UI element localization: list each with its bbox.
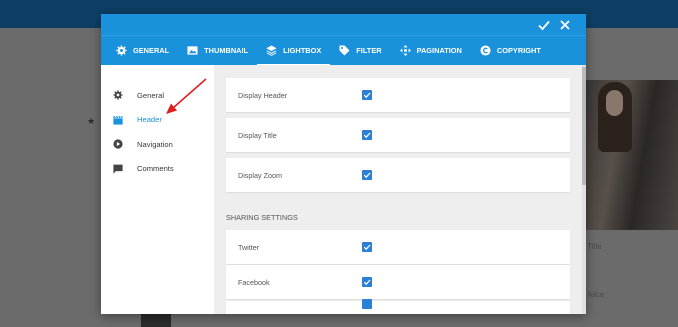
sidebar-item-label: Comments	[137, 164, 174, 174]
tab-bar: General Thumbnail Lightbox Filter Pagina…	[101, 35, 586, 66]
settings-modal: General Thumbnail Lightbox Filter Pagina…	[101, 14, 586, 314]
tab-filter-label: Filter	[356, 46, 382, 55]
comment-icon	[113, 164, 123, 174]
setting-row-twitter: Twitter	[226, 230, 570, 264]
display-title-checkbox[interactable]	[362, 130, 372, 140]
gear-icon	[116, 45, 127, 56]
setting-label: Display Zoom	[238, 170, 282, 180]
sharing-settings-heading: Sharing Settings	[226, 213, 298, 222]
sidebar-item-label: Header	[137, 115, 162, 125]
modal-body: General Header Navigation Comments Displ…	[101, 65, 586, 314]
setting-label: Display Header	[238, 90, 288, 100]
star-icon: ★	[87, 116, 96, 126]
close-icon[interactable]	[557, 17, 573, 33]
background-photo-face	[606, 90, 623, 116]
background-caption-title: Title	[587, 242, 602, 251]
gear-icon	[113, 90, 123, 100]
tab-pagination-label: Pagination	[416, 46, 462, 55]
tab-filter[interactable]: Filter	[330, 36, 390, 66]
move-arrows-icon	[399, 45, 411, 56]
play-circle-icon	[113, 139, 123, 149]
setting-label: Facebook	[238, 277, 270, 287]
sidebar-item-label: Navigation	[137, 139, 173, 149]
modal-header	[101, 14, 586, 35]
setting-row-facebook: Facebook	[226, 265, 570, 299]
tab-copyright-label: Copyright	[496, 46, 541, 55]
display-zoom-checkbox[interactable]	[362, 170, 372, 180]
layers-icon	[266, 45, 277, 56]
display-header-checkbox[interactable]	[362, 90, 372, 100]
sidebar-item-navigation[interactable]: Navigation	[101, 132, 214, 157]
background-bar	[141, 314, 171, 327]
setting-label: Display Title	[238, 130, 277, 140]
tab-general-label: General	[133, 46, 170, 55]
setting-row-display-zoom: Display Zoom	[226, 158, 570, 192]
tab-thumbnail-label: Thumbnail	[204, 46, 249, 55]
sidebar-item-label: General	[137, 90, 165, 100]
scroll-thumb[interactable]	[582, 67, 586, 185]
clapperboard-icon	[113, 115, 123, 125]
tab-lightbox-label: Lightbox	[283, 46, 322, 55]
tab-copyright[interactable]: Copyright	[471, 36, 550, 66]
setting-row-display-header: Display Header	[226, 78, 570, 112]
tag-icon	[339, 45, 350, 56]
tab-general[interactable]: General	[107, 36, 178, 66]
copyright-icon	[480, 45, 491, 56]
twitter-checkbox[interactable]	[362, 242, 372, 252]
settings-panel: Display Header Display Title Display Zoo…	[214, 65, 586, 314]
sidebar-item-general[interactable]: General	[101, 83, 214, 108]
checkmark-icon[interactable]	[536, 17, 552, 33]
facebook-checkbox[interactable]	[362, 277, 372, 287]
setting-row-display-title: Display Title	[226, 118, 570, 152]
setting-label: Twitter	[238, 242, 260, 252]
background-caption-alice: Alice	[587, 290, 605, 299]
sidebar-item-header[interactable]: Header	[101, 108, 214, 133]
tab-thumbnail[interactable]: Thumbnail	[178, 36, 257, 66]
partial-checkbox[interactable]	[362, 299, 372, 309]
sidebar: General Header Navigation Comments	[101, 65, 214, 314]
setting-row-partial	[226, 299, 570, 314]
image-icon	[187, 45, 198, 56]
scrollbar[interactable]	[582, 65, 586, 314]
sidebar-item-comments[interactable]: Comments	[101, 157, 214, 182]
tab-lightbox[interactable]: Lightbox	[257, 36, 331, 66]
tab-pagination[interactable]: Pagination	[391, 36, 471, 66]
